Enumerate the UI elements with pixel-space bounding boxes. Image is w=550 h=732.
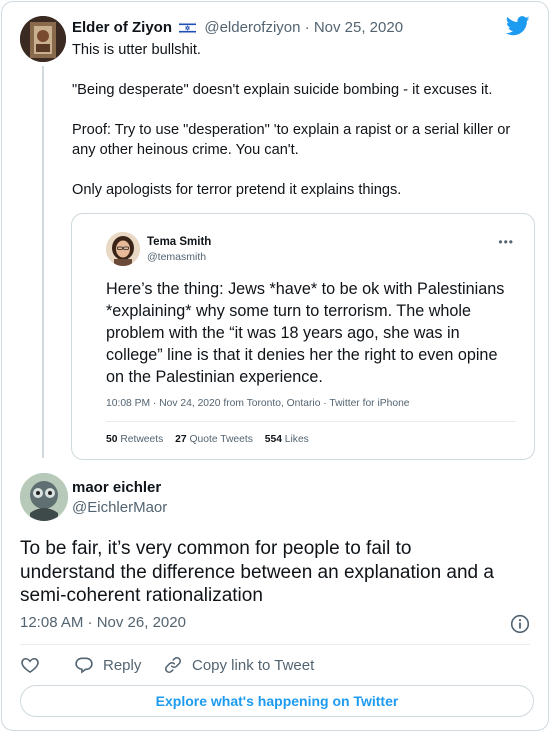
main-line: understand the difference between an exp… xyxy=(20,561,494,583)
main-tweet-text: To be fair, it’s very common for people … xyxy=(20,537,540,608)
like-button[interactable] xyxy=(20,655,49,675)
likes-stat: 554 Likes xyxy=(265,434,309,445)
retweets-label: Retweets xyxy=(120,434,164,445)
link-icon xyxy=(165,657,181,673)
parent-display-name[interactable]: Elder of Ziyon xyxy=(72,19,172,36)
quoted-tweet-image[interactable]: Tema Smith @temasmith ••• Here’s the thi… xyxy=(71,213,535,460)
likes-count: 554 xyxy=(264,434,282,445)
parent-tweet-header: Elder of Ziyon @elderofziyon · Nov 25, 2… xyxy=(72,19,403,38)
quoted-display-name: Tema Smith xyxy=(147,236,212,248)
quote-tweets-stat: 27 Quote Tweets xyxy=(175,434,253,445)
reply-bubble-icon xyxy=(75,657,93,674)
parent-paragraph: Only apologists for terror pretend it ex… xyxy=(72,182,402,198)
retweets-count: 50 xyxy=(106,434,118,445)
parent-paragraph: This is utter bullshit. xyxy=(72,42,201,58)
quoted-handle: @temasmith xyxy=(147,251,207,263)
tema-smith-avatar xyxy=(106,232,140,266)
parent-date[interactable]: Nov 25, 2020 xyxy=(314,19,403,36)
quoted-tweet-meta: 10:08 PM · Nov 24, 2020 from Toronto, On… xyxy=(106,398,410,409)
proof-line-2: any other heinous crime. You can't. xyxy=(72,142,299,158)
main-line: To be fair, it’s very common for people … xyxy=(20,538,412,559)
parent-handle[interactable]: @elderofziyon xyxy=(204,19,300,36)
quoted-line: Here’s the thing: Jews *have* to be ok w… xyxy=(106,280,505,298)
quoted-stats: 50 Retweets 27 Quote Tweets 554 Likes xyxy=(106,434,318,445)
actions-divider xyxy=(20,644,530,645)
quoted-line: college” line is that it denies her the … xyxy=(106,346,498,364)
parent-paragraph-proof: Proof: Try to use "desperation" 'to expl… xyxy=(72,120,532,160)
reply-label: Reply xyxy=(103,656,142,674)
tweet-embed-card: Elder of Ziyon @elderofziyon · Nov 25, 2… xyxy=(1,1,549,731)
parent-paragraph: "Being desperate" doesn't explain suicid… xyxy=(72,82,493,98)
retweets-stat: 50 Retweets xyxy=(106,434,163,445)
maor-eichler-avatar[interactable] xyxy=(20,473,68,521)
main-handle[interactable]: @EichlerMaor xyxy=(72,499,167,516)
proof-line-1: Proof: Try to use "desperation" 'to expl… xyxy=(72,122,511,138)
quoted-line: on the Palestinian experience. xyxy=(106,368,323,386)
israel-flag-icon xyxy=(178,21,197,38)
quoted-line: *explaining* why some turn to terrorism.… xyxy=(106,302,471,320)
quoted-divider xyxy=(106,421,516,422)
copy-link-label: Copy link to Tweet xyxy=(192,656,315,674)
explore-twitter-button[interactable]: Explore what's happening on Twitter xyxy=(20,685,534,717)
quote-tweets-label: Quote Tweets xyxy=(189,434,253,445)
quote-tweets-count: 27 xyxy=(175,434,187,445)
thread-connector-line xyxy=(42,66,44,458)
elder-of-ziyon-avatar[interactable] xyxy=(20,16,66,62)
main-display-name[interactable]: maor eichler xyxy=(72,479,161,496)
quoted-line: problem with the “it was 18 years ago, s… xyxy=(106,324,460,342)
copy-link-button[interactable]: Copy link to Tweet xyxy=(163,655,314,675)
reply-button[interactable]: Reply xyxy=(74,655,141,675)
likes-label: Likes xyxy=(284,434,309,445)
quoted-tweet-text: Here’s the thing: Jews *have* to be ok w… xyxy=(106,278,526,388)
heart-icon xyxy=(21,657,39,674)
main-line: semi-coherent rationalization xyxy=(20,585,263,606)
more-dots-icon: ••• xyxy=(498,235,514,249)
meta-separator: · xyxy=(304,19,310,36)
twitter-bird-icon[interactable] xyxy=(505,16,530,36)
main-timestamp[interactable]: 12:08 AM · Nov 26, 2020 xyxy=(20,614,186,631)
parent-tweet-text: This is utter bullshit. "Being desperate… xyxy=(72,40,532,220)
info-icon[interactable] xyxy=(510,614,530,634)
